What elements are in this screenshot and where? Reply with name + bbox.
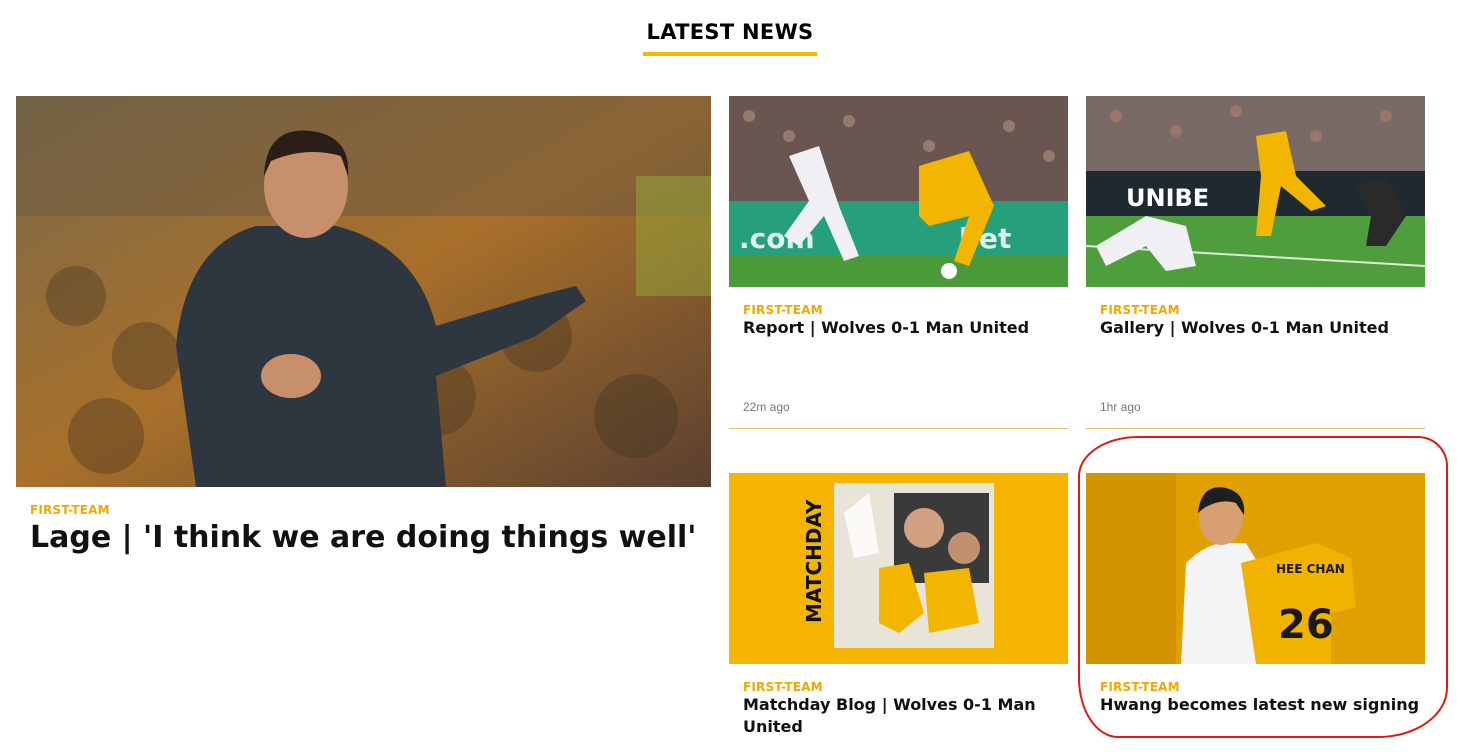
article-timestamp: 22m ago <box>743 400 790 414</box>
article-timestamp: 1hr ago <box>1100 400 1141 414</box>
article-category: FIRST-TEAM <box>743 680 823 694</box>
article-headline[interactable]: Hwang becomes latest new signing <box>1100 694 1420 716</box>
article-image[interactable] <box>16 96 711 487</box>
article-image[interactable]: 26 HEE CHAN <box>1086 473 1425 664</box>
article-image[interactable]: .com bet <box>729 96 1068 287</box>
article-headline[interactable]: Matchday Blog | Wolves 0-1 Man United <box>743 694 1043 738</box>
svg-text:UNIBE: UNIBE <box>1126 184 1209 212</box>
svg-text:MATCHDAY: MATCHDAY <box>802 499 826 623</box>
article-headline[interactable]: Lage | 'I think we are doing things well… <box>30 519 700 557</box>
article-category: FIRST-TEAM <box>1100 303 1180 317</box>
svg-text:26: 26 <box>1278 602 1334 648</box>
latest-news-title: LATEST NEWS <box>642 20 818 56</box>
article-category: FIRST-TEAM <box>30 503 110 517</box>
article-category: FIRST-TEAM <box>1100 680 1180 694</box>
article-headline[interactable]: Report | Wolves 0-1 Man United <box>743 317 1063 339</box>
article-headline[interactable]: Gallery | Wolves 0-1 Man United <box>1100 317 1420 339</box>
svg-text:HEE CHAN: HEE CHAN <box>1276 562 1345 576</box>
card-divider <box>1086 428 1425 429</box>
article-category: FIRST-TEAM <box>743 303 823 317</box>
article-image[interactable]: UNIBE <box>1086 96 1425 287</box>
article-image[interactable]: MATCHDAY <box>729 473 1068 664</box>
section-heading: LATEST NEWS <box>0 20 1460 56</box>
card-divider <box>729 428 1068 429</box>
